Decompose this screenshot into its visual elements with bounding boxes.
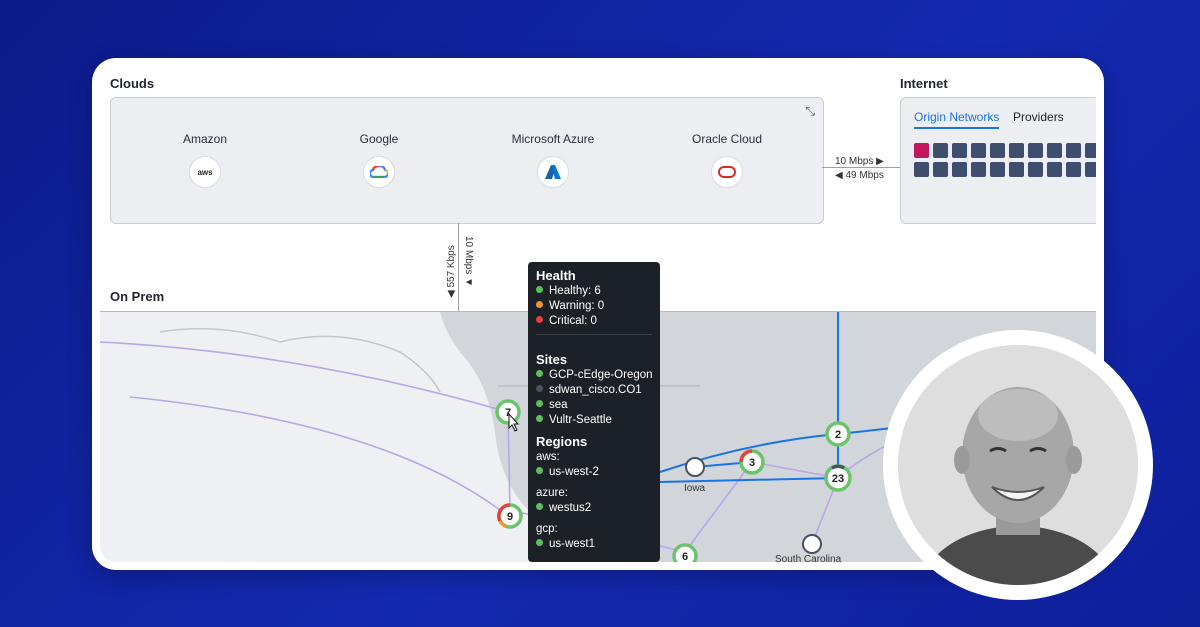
cloud-amazon[interactable]: Amazon aws (135, 132, 275, 188)
google-cloud-icon (363, 156, 395, 188)
aws-icon: aws (189, 156, 221, 188)
node-label: 2 (835, 429, 841, 441)
site-row: sea (536, 399, 568, 411)
region-provider: azure: (536, 487, 568, 499)
origin-network-square[interactable] (971, 162, 986, 177)
map-node-empty (685, 457, 705, 477)
place-label: South Carolina (775, 554, 842, 562)
cloud-google[interactable]: Google (309, 132, 449, 188)
site-row: GCP-cEdge-Oregon (536, 369, 653, 381)
origin-network-square[interactable] (1085, 143, 1096, 158)
site-row: Vultr-Seattle (536, 414, 612, 426)
health-row: Warning: 0 (536, 300, 604, 312)
region-row: westus2 (536, 502, 591, 514)
oracle-icon (711, 156, 743, 188)
connection-arc (100, 341, 509, 413)
origin-network-square[interactable] (933, 143, 948, 158)
internet-title: Internet (900, 76, 948, 91)
origin-network-square[interactable] (1066, 162, 1081, 177)
ear (1066, 446, 1082, 474)
clouds-title: Clouds (110, 76, 155, 91)
origin-network-square[interactable] (971, 143, 986, 158)
map-node: 2 (825, 421, 851, 447)
node-label: 23 (832, 473, 844, 485)
azure-icon (537, 156, 569, 188)
place-label: Iowa (684, 483, 706, 494)
sites-heading: Sites (536, 352, 568, 367)
tab-providers[interactable]: Providers (1013, 110, 1064, 124)
cloud-oracle[interactable]: Oracle Cloud (657, 132, 797, 188)
health-row: Critical: 0 (536, 315, 597, 327)
region-provider: aws: (536, 451, 560, 463)
map-node: 9 (497, 503, 523, 529)
origin-network-square[interactable] (1009, 143, 1024, 158)
map-node: 7 (495, 399, 521, 425)
cloud-azure[interactable]: Microsoft Azure (483, 132, 623, 188)
site-row: sdwan_cisco.CO1 (536, 384, 642, 396)
node-label: 9 (507, 511, 513, 523)
region-row: us-west-2 (536, 466, 599, 478)
avatar (898, 345, 1138, 585)
health-row: Healthy: 6 (536, 285, 601, 297)
cloud-name: Google (359, 132, 399, 146)
origin-network-square[interactable] (1047, 162, 1062, 177)
map-node: 6 (672, 543, 698, 562)
cloud-name: Microsoft Azure (511, 132, 595, 146)
origin-network-square[interactable] (990, 143, 1005, 158)
head-highlight (978, 389, 1058, 441)
node-label: 6 (682, 551, 688, 562)
expand-icon[interactable]: ⤡ (805, 104, 815, 119)
map-node: 3 (739, 449, 765, 475)
origin-network-square[interactable] (952, 143, 967, 158)
aws-logo-text: aws (197, 167, 213, 177)
origin-network-square[interactable] (1028, 162, 1043, 177)
link-rate-down-vertical: 10 Mbps ▼ (463, 236, 474, 288)
clouds-panel: ⤡ Amazon aws Google Microsoft Azure Orac… (110, 97, 824, 224)
origin-network-square[interactable] (914, 143, 929, 158)
cloud-internet-link (822, 167, 900, 168)
cloud-name: Oracle Cloud (691, 132, 763, 146)
link-rate-down: ◀ 49 Mbps (835, 170, 884, 181)
health-heading: Health (536, 268, 576, 283)
origin-network-square[interactable] (914, 162, 929, 177)
origin-network-square[interactable] (952, 162, 967, 177)
origin-network-square[interactable] (933, 162, 948, 177)
cloud-onprem-link (458, 223, 459, 311)
map-node: 23 (824, 464, 852, 492)
origin-network-square[interactable] (1047, 143, 1062, 158)
coastline (159, 327, 441, 393)
cloud-name: Amazon (182, 132, 228, 146)
origin-network-square[interactable] (1066, 143, 1081, 158)
map-node-empty (802, 534, 822, 554)
origin-network-square[interactable] (1028, 143, 1043, 158)
connection-arc (129, 396, 501, 511)
origin-network-square[interactable] (1085, 162, 1096, 177)
internet-panel: Origin Networks Providers (900, 97, 1096, 224)
onprem-title: On Prem (110, 289, 165, 304)
region-row: us-west1 (536, 538, 595, 550)
origin-network-square[interactable] (990, 162, 1005, 177)
tooltip-divider (536, 334, 652, 335)
regions-heading: Regions (536, 434, 588, 449)
node-tooltip: Health Healthy: 6 Warning: 0 Critical: 0… (528, 262, 660, 562)
link-rate-up-vertical: ◀ 557 Kbps (446, 245, 457, 298)
link-rate-up: 10 Mbps ▶ (835, 156, 884, 167)
tab-origin-networks[interactable]: Origin Networks (914, 110, 1000, 129)
origin-network-square[interactable] (1009, 162, 1024, 177)
ear (954, 446, 970, 474)
region-provider: gcp: (536, 523, 558, 535)
node-label: 3 (749, 457, 755, 469)
